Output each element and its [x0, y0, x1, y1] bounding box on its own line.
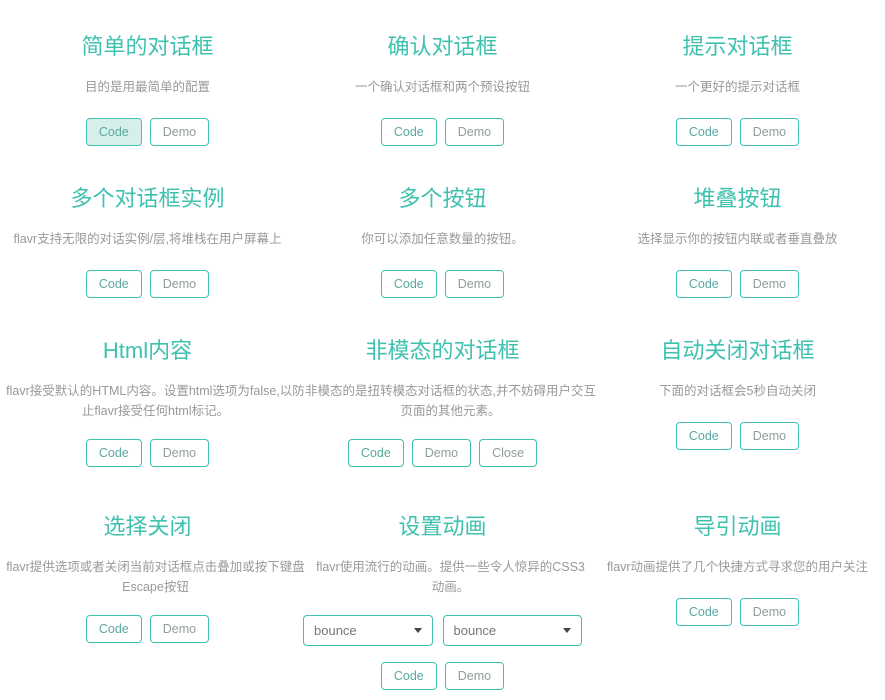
card-description: 目的是用最简单的配置: [84, 80, 210, 95]
card-description: 你可以添加任意数量的按钮。: [361, 232, 524, 247]
chevron-down-icon: [413, 628, 422, 634]
card-html-content: Html内容 flavr接受默认的HTML内容。设置html选项为false,以…: [0, 338, 305, 468]
card-description: 一个确认对话框和两个预设按钮: [354, 80, 530, 95]
card-title: 选择关闭: [103, 514, 192, 539]
card-title: 堆叠按钮: [693, 186, 782, 211]
card-title: Html内容: [102, 338, 193, 363]
code-button[interactable]: Code: [85, 269, 142, 298]
animation-in-select[interactable]: bounce: [303, 615, 433, 647]
card-title: 设置动画: [398, 514, 487, 539]
card-button-row: Code Demo: [8, 615, 287, 644]
animation-in-select-value: bounce: [314, 623, 357, 639]
card-auto-close-dialog: 自动关闭对话框 下面的对话框会5秒自动关闭 Code Demo: [590, 338, 885, 450]
card-set-animation: 设置动画 flavr使用流行的动画。提供一些令人惊异的CSS3动画。 bounc…: [295, 514, 590, 691]
card-non-modal-dialog: 非模态的对话框 非模态的是扭转模态对话框的状态,并不妨碍用户交互页面的其他元素。…: [295, 338, 596, 468]
card-description: 非模态的是扭转模态对话框的状态,并不妨碍用户交互页面的其他元素。: [305, 384, 596, 418]
demo-button[interactable]: Demo: [444, 269, 505, 298]
card-title: 提示对话框: [682, 34, 793, 59]
card-description: flavr使用流行的动画。提供一些令人惊异的CSS3动画。: [316, 560, 585, 594]
card-description: flavr提供选项或者关闭当前对话框点击叠加或按下键盘Escape按钮: [6, 560, 305, 594]
code-button[interactable]: Code: [85, 439, 142, 468]
card-button-row: Code Demo: [8, 117, 287, 146]
card-description: 选择显示你的按钮内联或者垂直叠放: [637, 232, 838, 247]
animation-select-row: bounce bounce: [303, 615, 582, 647]
card-button-row: Code Demo: [303, 269, 582, 298]
card-multiple-buttons: 多个按钮 你可以添加任意数量的按钮。 Code Demo: [295, 186, 590, 298]
code-button[interactable]: Code: [85, 615, 142, 644]
demo-button[interactable]: Demo: [739, 117, 800, 146]
card-button-row: Code Demo: [598, 421, 877, 450]
demo-button[interactable]: Demo: [739, 597, 800, 626]
card-prompt-dialog: 提示对话框 一个更好的提示对话框 Code Demo: [590, 34, 885, 146]
code-button[interactable]: Code: [675, 269, 732, 298]
card-description: flavr支持无限的对话实例/层,将堆栈在用户屏幕上: [13, 232, 282, 247]
animation-out-select[interactable]: bounce: [442, 615, 582, 647]
card-button-row: Code Demo: [8, 439, 287, 468]
card-title: 自动关闭对话框: [660, 338, 815, 363]
animation-out-select-value: bounce: [453, 623, 497, 639]
card-stacked-buttons: 堆叠按钮 选择显示你的按钮内联或者垂直叠放 Code Demo: [590, 186, 885, 298]
code-button[interactable]: Code: [380, 269, 437, 298]
code-button[interactable]: Code: [380, 662, 437, 691]
chevron-down-icon: [563, 628, 571, 634]
demo-button[interactable]: Demo: [411, 439, 472, 468]
code-button[interactable]: Code: [675, 117, 732, 146]
code-button[interactable]: Code: [347, 439, 404, 468]
code-button[interactable]: Code: [675, 421, 732, 450]
card-button-row: Code Demo: [303, 662, 582, 691]
card-title: 确认对话框: [387, 34, 498, 59]
card-button-row: Code Demo: [598, 269, 877, 298]
demo-button[interactable]: Demo: [739, 421, 800, 450]
demo-button[interactable]: Demo: [149, 117, 210, 146]
code-button[interactable]: Code: [85, 117, 142, 146]
card-title: 非模态的对话框: [365, 338, 520, 363]
card-title: 简单的对话框: [81, 34, 214, 59]
demo-button[interactable]: Demo: [149, 269, 210, 298]
card-title: 多个按钮: [398, 186, 487, 211]
card-description: flavr动画提供了几个快捷方式寻求您的用户关注: [606, 560, 869, 575]
card-multiple-instances: 多个对话框实例 flavr支持无限的对话实例/层,将堆栈在用户屏幕上 Code …: [0, 186, 295, 298]
card-simple-dialog: 简单的对话框 目的是用最简单的配置 Code Demo: [0, 34, 295, 146]
card-description: 一个更好的提示对话框: [674, 80, 800, 95]
demo-button[interactable]: Demo: [444, 117, 505, 146]
card-description: flavr接受默认的HTML内容。设置html选项为false,以防止flavr…: [6, 384, 305, 418]
code-button[interactable]: Code: [675, 597, 732, 626]
card-title: 导引动画: [693, 514, 782, 539]
card-button-row: Code Demo: [303, 117, 582, 146]
card-selective-close: 选择关闭 flavr提供选项或者关闭当前对话框点击叠加或按下键盘Escape按钮…: [0, 514, 305, 644]
card-button-row: Code Demo: [598, 117, 877, 146]
card-button-row: Code Demo Close: [303, 439, 582, 468]
demo-button[interactable]: Demo: [444, 662, 505, 691]
demo-button[interactable]: Demo: [149, 615, 210, 644]
close-button[interactable]: Close: [479, 439, 538, 468]
card-button-row: Code Demo: [8, 269, 287, 298]
card-confirm-dialog: 确认对话框 一个确认对话框和两个预设按钮 Code Demo: [295, 34, 590, 146]
code-button[interactable]: Code: [380, 117, 437, 146]
card-title: 多个对话框实例: [70, 186, 225, 211]
card-description: 下面的对话框会5秒自动关闭: [659, 384, 816, 399]
demo-button[interactable]: Demo: [739, 269, 800, 298]
card-attention-animation: 导引动画 flavr动画提供了几个快捷方式寻求您的用户关注 Code Demo: [590, 514, 885, 626]
card-button-row: Code Demo: [598, 597, 877, 626]
demo-button[interactable]: Demo: [149, 439, 210, 468]
